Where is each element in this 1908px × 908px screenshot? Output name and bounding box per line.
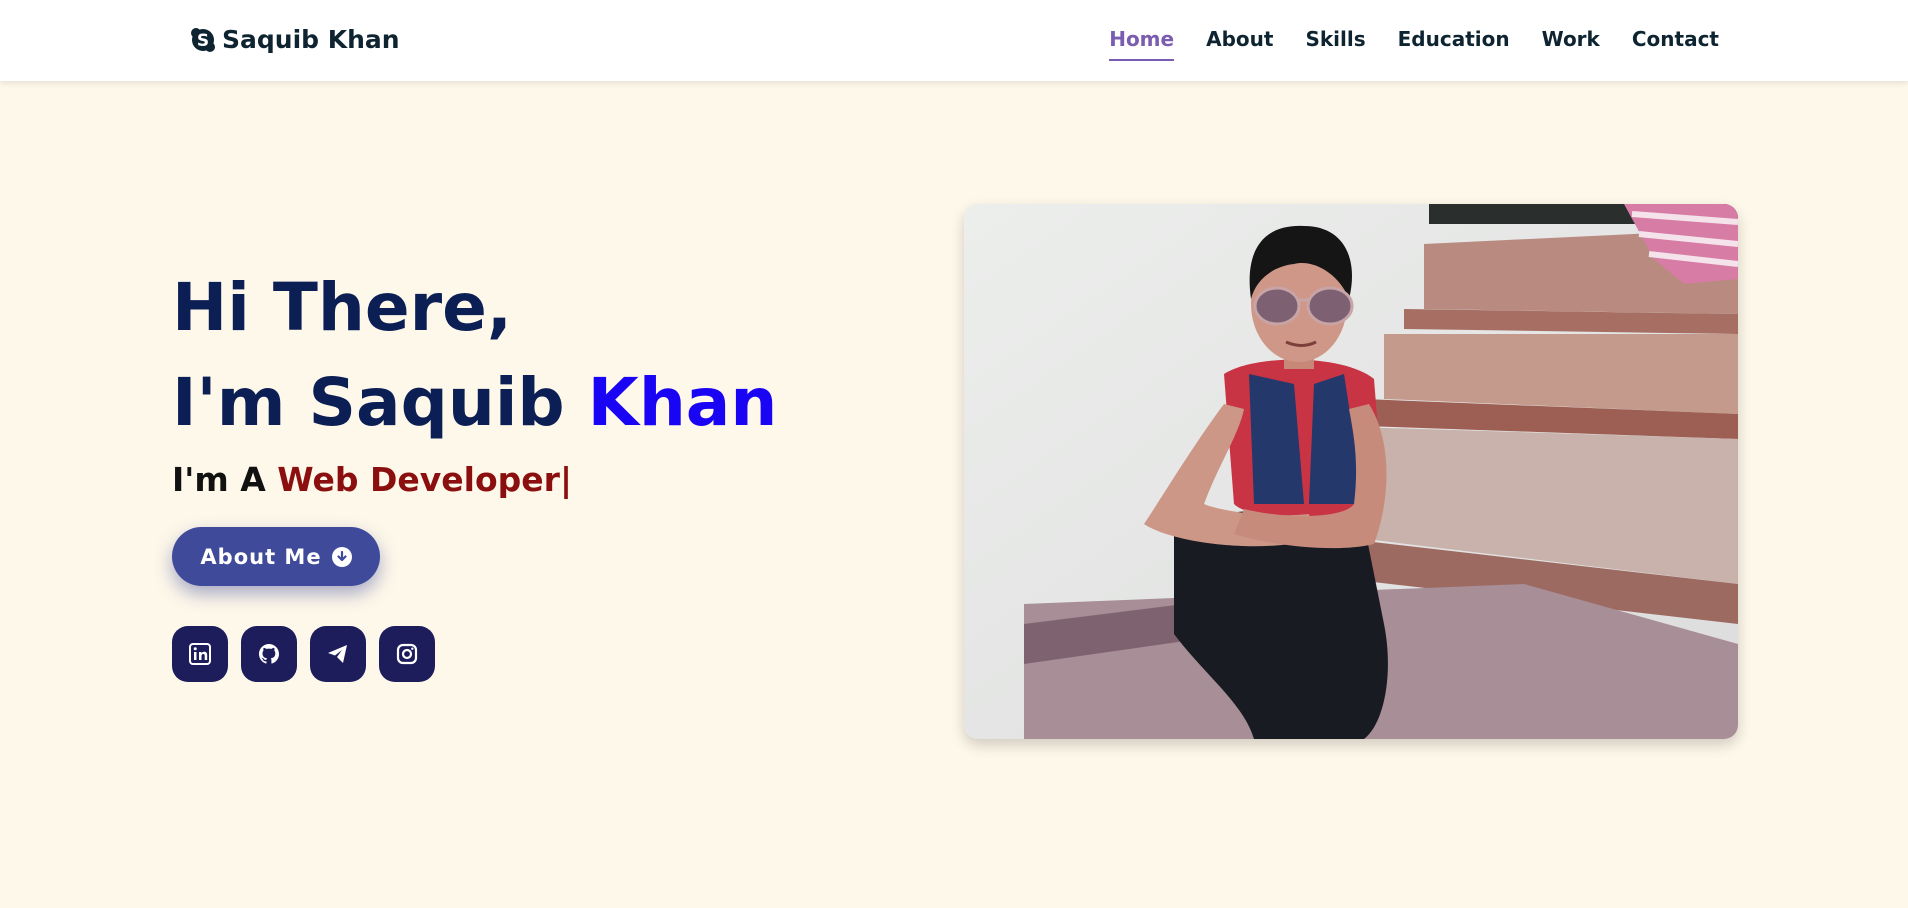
hero-name-accent: Khan <box>587 364 778 441</box>
role-prefix: I'm A <box>172 460 278 499</box>
nav-contact[interactable]: Contact <box>1632 27 1719 61</box>
brand-logo[interactable]: S Saquib Khan <box>190 25 400 54</box>
linkedin-icon[interactable] <box>172 626 228 682</box>
hero-greeting: Hi There, <box>172 269 512 346</box>
profile-photo <box>964 204 1738 739</box>
social-links <box>172 626 777 682</box>
hero-name-prefix: I'm Saquib <box>172 364 588 441</box>
about-me-button[interactable]: About Me <box>172 527 380 586</box>
nav-home[interactable]: Home <box>1109 27 1175 61</box>
telegram-icon[interactable] <box>310 626 366 682</box>
nav-education[interactable]: Education <box>1398 27 1510 61</box>
nav-menu: Home About Skills Education Work Contact <box>1077 27 1719 61</box>
nav-about[interactable]: About <box>1206 27 1273 61</box>
github-icon[interactable] <box>241 626 297 682</box>
profile-photo-image <box>964 204 1738 739</box>
hero-name: I'm Saquib Khan <box>172 355 777 450</box>
hero-content: Hi There, I'm Saquib Khan I'm A Web Deve… <box>172 260 777 682</box>
brand-name: Saquib Khan <box>222 25 400 54</box>
nav-work[interactable]: Work <box>1542 27 1600 61</box>
hero-role: I'm A Web Developer| <box>172 460 777 499</box>
role-typed-text: Web Developer| <box>277 460 572 499</box>
nav-skills[interactable]: Skills <box>1305 27 1365 61</box>
arrow-down-circle-icon <box>331 546 352 567</box>
instagram-icon[interactable] <box>379 626 435 682</box>
about-me-label: About Me <box>200 544 322 569</box>
svg-text:S: S <box>197 31 209 51</box>
navbar: S Saquib Khan Home About Skills Educatio… <box>0 0 1908 81</box>
skype-icon: S <box>191 27 215 52</box>
